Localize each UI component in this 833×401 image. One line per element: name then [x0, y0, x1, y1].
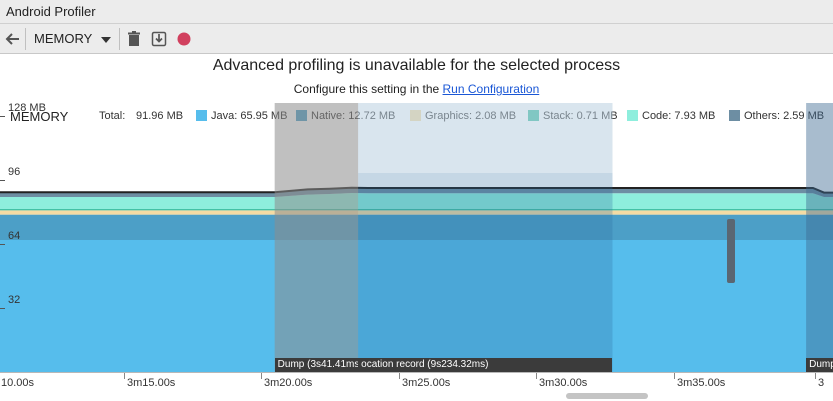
window-title: Android Profiler	[6, 4, 96, 19]
monitor-select-value: MEMORY	[34, 31, 93, 46]
time-tick-label: 3m25.00s	[402, 377, 451, 389]
timeline-scrollbar[interactable]	[566, 393, 648, 399]
back-arrow-icon[interactable]	[4, 30, 22, 48]
run-configuration-link[interactable]: Run Configuration	[443, 82, 540, 96]
toolbar-separator	[119, 28, 120, 50]
time-tick-label: 10.00s	[1, 377, 35, 389]
time-tick	[261, 373, 262, 379]
event-label-3: Dump (3s211.81ms)	[806, 358, 833, 372]
heap-dump-icon[interactable]	[150, 30, 168, 48]
time-tick	[399, 373, 400, 379]
y-tick-label: 128 MB	[8, 102, 46, 114]
time-tick-label: 3m30.00s	[539, 377, 588, 389]
y-tick	[0, 116, 5, 117]
y-tick-label: 64	[8, 230, 21, 242]
event-overlay-1	[274, 103, 359, 372]
event-label-2: ocation record (9s234.32ms)	[358, 358, 613, 372]
monitor-select[interactable]: MEMORY	[28, 28, 116, 50]
y-tick	[0, 180, 5, 181]
y-tick-label: 96	[8, 166, 21, 178]
trash-icon[interactable]	[125, 30, 143, 48]
event-overlay-3	[806, 103, 833, 372]
time-tick-label: 3m15.00s	[127, 377, 176, 389]
time-tick-label: 3m35.00s	[677, 377, 726, 389]
event-label-1: Dump (3s41.41ms)	[274, 358, 359, 372]
memory-chart[interactable]	[0, 103, 833, 373]
selection-handle[interactable]	[727, 219, 735, 283]
profiler-toolbar: MEMORY	[0, 24, 833, 54]
time-tick	[536, 373, 537, 379]
event-overlay-highlight	[358, 103, 613, 173]
time-tick-label: 3	[818, 377, 825, 389]
chevron-down-icon	[101, 37, 111, 43]
banner-subtitle-text: Configure this setting in the	[293, 82, 443, 96]
y-tick	[0, 308, 5, 309]
y-tick-label: 32	[8, 294, 21, 306]
time-tick	[124, 373, 125, 379]
record-icon[interactable]	[175, 30, 193, 48]
time-tick	[674, 373, 675, 379]
time-tick-label: 3m20.00s	[264, 377, 313, 389]
y-tick	[0, 244, 5, 245]
time-tick	[815, 373, 816, 379]
advanced-profiling-banner-subtitle: Configure this setting in the Run Config…	[0, 82, 833, 96]
advanced-profiling-banner-title: Advanced profiling is unavailable for th…	[212, 57, 621, 74]
toolbar-separator	[25, 28, 26, 50]
window-titlebar: Android Profiler	[0, 0, 833, 24]
